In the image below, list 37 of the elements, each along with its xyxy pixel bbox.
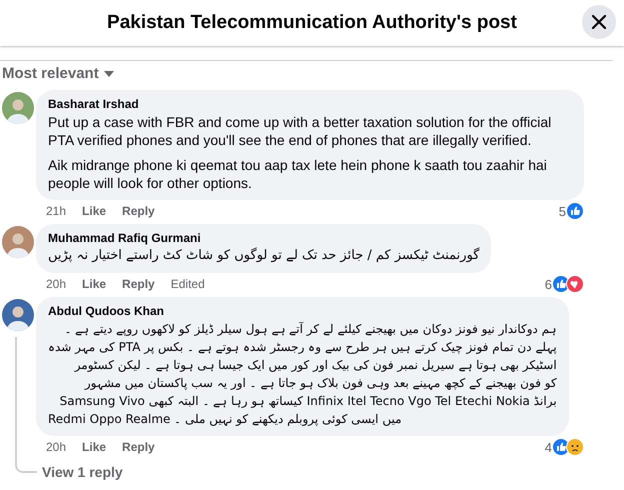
like-link[interactable]: Like <box>82 277 106 291</box>
close-button[interactable] <box>582 5 616 39</box>
comment-text-line: برانڈ Infinix Itel Tecno Vgo Tel Etechi Nokia کیساتھ ہو رہا ہے ۔ البتہ کبھی Samsung Vivo <box>58 393 557 410</box>
comment-text-line: کو فون بھیجنے کے کچھ مہینے بعد وہی فون بلاک ہو جاتا ہے ۔ اور یہ سب پاکستان میں مشہور <box>83 375 557 392</box>
comment-text-line: ہم دوکاندار نیو فونز دوکان میں بھیجنے کیلئے لے کر آتے ہے ہول سیلر ڈیلز کو لاکھوں روپے دیتے ہے ۔ <box>63 320 557 338</box>
comment-author[interactable]: Basharat Irshad <box>48 97 572 111</box>
avatar[interactable] <box>2 92 34 124</box>
comment-author[interactable]: Muhammad Rafiq Gurmani <box>48 231 480 245</box>
like-link[interactable]: Like <box>82 440 106 454</box>
comment-text: گورنمنٹ ٹیکسز کم / جائز حد تک لے تو لوگوں کو شاٹ کٹ راستے اختیار نہ پڑیں <box>48 247 480 265</box>
like-link[interactable]: Like <box>82 204 106 218</box>
reaction-count[interactable]: 5 <box>558 204 566 218</box>
reply-link[interactable]: Reply <box>122 204 155 218</box>
comment-time[interactable]: 21h <box>46 204 66 218</box>
comment-text-line: Redmi Oppo Realme میں ایسی کوئی پروبلم دیکھنے کو نہیں ملی ۔ <box>48 411 402 428</box>
reaction-count[interactable]: 6 <box>544 276 552 292</box>
like-reaction-icon <box>566 202 584 220</box>
reply-link[interactable]: Reply <box>122 440 155 454</box>
sort-dropdown[interactable]: Most relevant <box>0 61 116 86</box>
avatar[interactable] <box>2 299 34 331</box>
comment-text-line: پہلے دن تمام فونز چیک کرتے ہیں ہر طرح سے وہ رجسٹر شدہ ہوتے ہے ۔ بکس پر PTA کی مہر شدہ <box>48 339 557 356</box>
comment-text: Put up a case with FBR and come up with a better taxation solution for the official PTA verified phones and you'll see the end of phones that are illegally verified. <box>48 113 552 149</box>
edited-label: Edited <box>170 277 205 291</box>
sad-reaction-icon <box>566 438 584 456</box>
reply-link[interactable]: Reply <box>122 277 155 291</box>
close-icon <box>592 15 606 29</box>
heart-reaction-icon <box>566 275 584 293</box>
comment-author[interactable]: Abdul Qudoos Khan <box>48 304 557 318</box>
reaction-count[interactable]: 4 <box>544 440 552 454</box>
comment-text-line: اسٹیکر بھی ہوتا ہے سیریل نمبر فون کی بیک اور کور میں ایک جیسا ہی ہوتا ہے ۔ لیکن کسٹومر <box>73 357 557 374</box>
comment-time[interactable]: 20h <box>46 277 66 291</box>
avatar[interactable] <box>2 226 34 258</box>
comment-time[interactable]: 20h <box>46 440 66 454</box>
window-title: Pakistan Telecommunication Authority's post <box>107 12 517 34</box>
view-replies-link[interactable]: View 1 reply <box>42 464 123 480</box>
comment-text: Aik midrange phone ki qeemat tou aap tax lete hein phone k saath tou zaahir hai people will look for other options. <box>48 156 548 192</box>
caret-icon <box>104 70 114 76</box>
